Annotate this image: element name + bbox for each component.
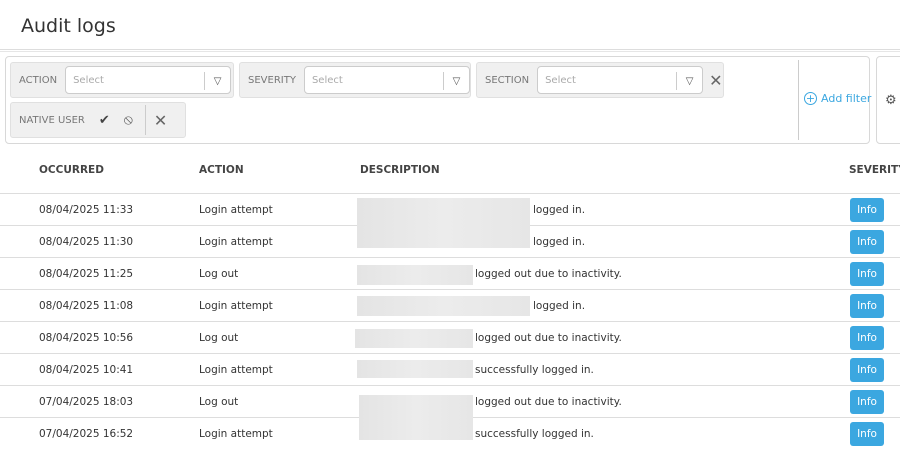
occurred-cell: 08/04/2025 11:08 bbox=[39, 300, 134, 312]
native-user-filter-label: NATIVE USER bbox=[19, 114, 85, 126]
severity-badge[interactable]: Info bbox=[850, 262, 884, 286]
occurred-cell: 08/04/2025 10:56 bbox=[39, 332, 134, 344]
section-filter: SECTION Select ▽ ✕ bbox=[476, 62, 724, 98]
remove-native-user-filter-icon[interactable]: ✕ bbox=[154, 111, 167, 130]
column-header-occurred[interactable]: OCCURRED bbox=[39, 164, 104, 176]
action-filter: ACTION Select ▽ bbox=[10, 62, 234, 98]
severity-badge[interactable]: Info bbox=[850, 326, 884, 350]
chevron-down-icon[interactable]: ▽ bbox=[204, 72, 230, 90]
divider bbox=[144, 105, 146, 135]
severity-badge[interactable]: Info bbox=[850, 294, 884, 318]
section-filter-label: SECTION bbox=[485, 74, 530, 86]
redacted-username bbox=[357, 296, 530, 316]
severity-filter-label: SEVERITY bbox=[248, 74, 296, 86]
occurred-cell: 07/04/2025 16:52 bbox=[39, 428, 134, 440]
description-cell: logged in. bbox=[533, 204, 586, 216]
description-cell: logged in. bbox=[533, 236, 586, 248]
divider bbox=[798, 60, 799, 140]
add-filter-button[interactable]: + Add filter bbox=[804, 92, 871, 105]
severity-badge[interactable]: Info bbox=[850, 358, 884, 382]
remove-section-filter-icon[interactable]: ✕ bbox=[709, 71, 722, 90]
severity-badge[interactable]: Info bbox=[850, 422, 884, 446]
action-select-placeholder: Select bbox=[73, 74, 104, 86]
severity-filter: SEVERITY Select ▽ bbox=[239, 62, 471, 98]
occurred-cell: 08/04/2025 10:41 bbox=[39, 364, 134, 376]
severity-badge[interactable]: Info bbox=[850, 198, 884, 222]
redacted-username bbox=[359, 395, 473, 440]
redacted-username bbox=[355, 329, 473, 348]
occurred-cell: 08/04/2025 11:25 bbox=[39, 268, 134, 280]
description-cell: successfully logged in. bbox=[475, 428, 594, 440]
action-cell: Login attempt bbox=[199, 204, 273, 216]
severity-badge[interactable]: Info bbox=[850, 230, 884, 254]
block-icon[interactable]: ⦸ bbox=[124, 112, 133, 128]
native-user-filter: NATIVE USER ✔ ⦸ ✕ bbox=[10, 102, 186, 138]
gear-icon[interactable]: ⚙ bbox=[885, 93, 897, 108]
severity-badge[interactable]: Info bbox=[850, 390, 884, 414]
severity-select-placeholder: Select bbox=[311, 74, 343, 86]
add-filter-label: Add filter bbox=[821, 92, 872, 105]
action-cell: Login attempt bbox=[199, 364, 273, 376]
chevron-down-icon[interactable]: ▽ bbox=[442, 72, 469, 90]
action-cell: Log out bbox=[199, 332, 239, 344]
severity-select[interactable]: Select ▽ bbox=[303, 66, 470, 94]
action-cell: Log out bbox=[199, 268, 239, 280]
description-cell: logged in. bbox=[533, 300, 586, 312]
redacted-username bbox=[357, 265, 473, 285]
description-cell: logged out due to inactivity. bbox=[475, 268, 622, 280]
description-cell: logged out due to inactivity. bbox=[475, 396, 622, 408]
action-cell: Log out bbox=[199, 396, 239, 408]
column-header-severity[interactable]: SEVERITY bbox=[849, 164, 900, 176]
redacted-username bbox=[357, 360, 473, 378]
description-cell: successfully logged in. bbox=[475, 364, 594, 376]
occurred-cell: 07/04/2025 18:03 bbox=[39, 396, 134, 408]
column-header-action[interactable]: ACTION bbox=[199, 164, 244, 176]
redacted-username bbox=[357, 198, 530, 248]
section-select-placeholder: Select bbox=[545, 74, 576, 86]
action-filter-label: ACTION bbox=[19, 74, 58, 86]
plus-circle-icon: + bbox=[804, 92, 817, 105]
action-cell: Login attempt bbox=[199, 300, 273, 312]
column-header-description[interactable]: DESCRIPTION bbox=[360, 164, 440, 176]
chevron-down-icon[interactable]: ▽ bbox=[676, 72, 702, 90]
action-select[interactable]: Select ▽ bbox=[65, 66, 232, 94]
action-cell: Login attempt bbox=[199, 236, 273, 248]
page-title: Audit logs bbox=[21, 15, 116, 37]
action-cell: Login attempt bbox=[199, 428, 273, 440]
description-cell: logged out due to inactivity. bbox=[475, 332, 622, 344]
occurred-cell: 08/04/2025 11:33 bbox=[39, 204, 134, 216]
divider bbox=[0, 49, 900, 52]
section-select[interactable]: Select ▽ bbox=[537, 66, 704, 94]
check-icon[interactable]: ✔ bbox=[99, 113, 110, 128]
occurred-cell: 08/04/2025 11:30 bbox=[39, 236, 134, 248]
